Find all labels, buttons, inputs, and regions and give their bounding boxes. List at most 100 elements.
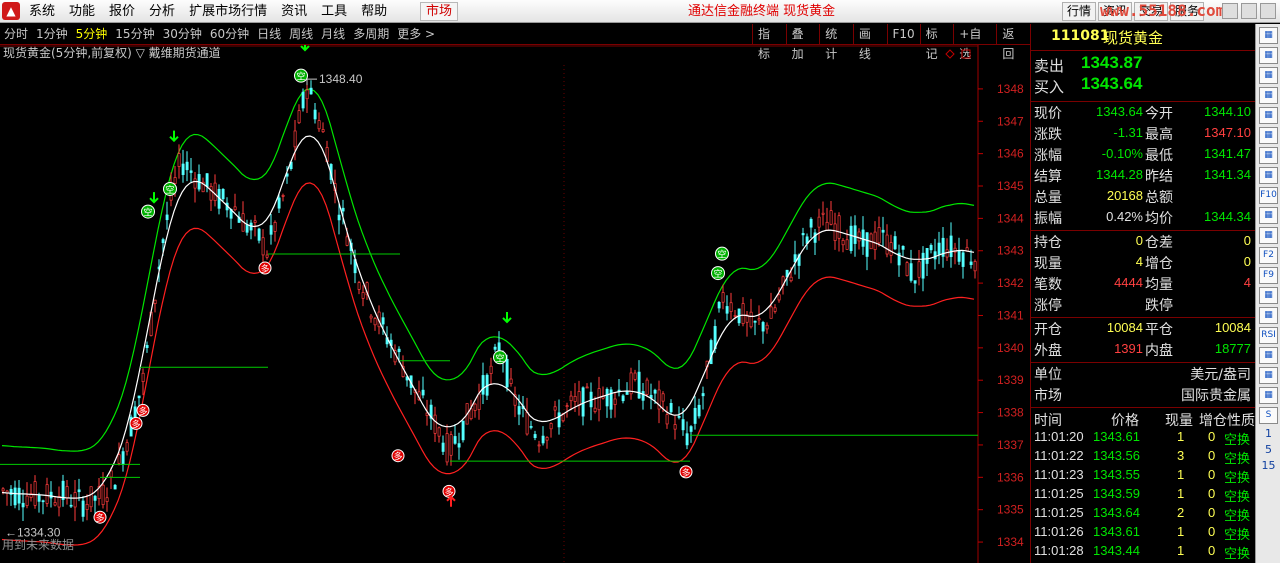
period-tabs: 分时 1分钟 5分钟 15分钟 30分钟 60分钟 日线 周线 月线 多周期 更… [0,24,439,44]
list-icon[interactable]: ▦ [1259,47,1278,64]
book-icon[interactable]: ▦ [1259,207,1278,224]
menu-item-analysis[interactable]: 分析 [142,0,182,23]
tick-row[interactable]: 11:01:23 1343.55 1 0 空换 [1031,466,1255,486]
menu-item-quote[interactable]: 报价 [102,0,142,23]
quote-stats-3: 开仓 10084 平仓 10084 外盘 1391 内盘 18777 [1031,318,1255,360]
grid2-icon[interactable]: ▦ [1259,227,1278,244]
tick-price: 1343.56 [1093,448,1140,463]
bars-icon[interactable]: ▦ [1259,287,1278,304]
menu-item-system[interactable]: 系统 [22,0,62,23]
f10-icon[interactable]: F10 [1259,187,1278,204]
buy-signal-label: 多 [95,512,104,524]
menu-item-news[interactable]: 资讯 [274,0,314,23]
kline-chart-svg[interactable]: 1334 1335 1336 1337 1338 1339 1340 1341 1342 1343… [0,45,1030,563]
line-chart-icon[interactable]: ▦ [1259,127,1278,144]
period-shortcut[interactable]: 1 [1259,427,1278,440]
tick-row[interactable]: 11:01:26 1343.61 1 0 空换 [1031,523,1255,543]
menu-item-tools[interactable]: 工具 [314,0,354,23]
candle-down [969,261,973,265]
period-30min[interactable]: 30分钟 [159,24,206,44]
tool-add-watchlist[interactable]: +自选 [953,24,996,61]
market-button[interactable]: 市场 [420,2,459,21]
candle-up [613,398,617,405]
watermark: www.55188.com [1100,1,1226,20]
maximize-icon[interactable] [1241,3,1257,19]
candle-down [929,244,933,251]
sell-signal-label: 空 [165,184,174,196]
tick-oi: 0 [1208,524,1216,539]
close-icon[interactable] [1260,3,1276,19]
y-axis-tick-label: 1339 [997,373,1024,387]
tab-quotes[interactable]: 行情 [1062,2,1097,21]
candle-up [317,120,321,130]
period-1min[interactable]: 1分钟 [32,24,72,44]
tick-row[interactable]: 11:01:25 1343.59 1 0 空换 [1031,485,1255,505]
candle-icon[interactable]: ▦ [1259,147,1278,164]
period-more[interactable]: 更多 > [393,24,439,44]
candle-down [461,420,465,441]
period-60min[interactable]: 60分钟 [206,24,253,44]
grid-icon[interactable]: ▦ [1259,87,1278,104]
menu-item-function[interactable]: 功能 [62,0,102,23]
period-15min[interactable]: 15分钟 [111,24,158,44]
candle-up [757,318,761,321]
tick-oi: 0 [1208,486,1216,501]
sell-signal-label: 空 [143,207,152,219]
period-shortcut[interactable]: 15 [1259,459,1278,472]
candle-up [125,442,129,452]
rsi-icon[interactable]: RSI [1259,327,1278,344]
candle-up [265,254,269,258]
down-arrow-icon [169,130,179,143]
f9-icon[interactable]: F9 [1259,267,1278,284]
period-5min[interactable]: 5分钟 [72,24,112,44]
candle-up [141,372,145,382]
ticks-list[interactable]: 11:01:20 1343.61 1 0 空换 11:01:22 1343.56 3 0 空换 11… [1031,428,1255,562]
candle-down [685,433,689,446]
menu-item-extended-market[interactable]: 扩展市场行情 [182,0,274,23]
doc-icon[interactable]: ▦ [1259,167,1278,184]
quote-row: 现量 4 增仓 0 [1031,252,1255,273]
tick-row[interactable]: 11:01:20 1343.61 1 0 空换 [1031,428,1255,448]
period-shortcut[interactable]: 5 [1259,443,1278,456]
kline-chart[interactable]: 1334 1335 1336 1337 1338 1339 1340 1341 1342 1343… [0,45,1030,563]
up-icon[interactable]: ▦ [1259,27,1278,44]
y-axis-tick-label: 1343 [997,244,1024,258]
candle-down [81,500,85,517]
candle-up [321,129,325,133]
tool-stats[interactable]: 统计 [819,24,853,61]
tick-price: 1343.64 [1093,505,1140,520]
tool-back[interactable]: 返回 [996,24,1030,61]
candle-up [153,299,157,304]
macd-icon[interactable]: ▦ [1259,307,1278,324]
menu-item-help[interactable]: 帮助 [354,0,394,23]
tool-f10[interactable]: F10 [886,24,920,45]
stat-value: 0 [1135,233,1143,248]
news-icon[interactable]: ▦ [1259,67,1278,84]
tool-draw-line[interactable]: 画线 [852,24,887,61]
y-axis-tick-label: 1336 [997,470,1024,484]
tick-row[interactable]: 11:01:22 1343.56 3 0 空换 [1031,447,1255,467]
tool-overlay[interactable]: 叠加 [785,24,820,61]
move-icon[interactable]: ▦ [1259,367,1278,384]
pen-icon[interactable]: ▦ [1259,387,1278,404]
period-multi[interactable]: 多周期 [349,24,393,44]
period-tick[interactable]: 分时 [0,24,32,44]
tool-indicator[interactable]: 指标 [752,24,786,61]
period-week[interactable]: 周线 [285,24,317,44]
tick-time: 11:01:22 [1034,448,1084,463]
period-day[interactable]: 日线 [253,24,285,44]
table-icon[interactable]: ▦ [1259,107,1278,124]
y-axis-tick-label: 1347 [997,114,1024,128]
period-month[interactable]: 月线 [317,24,349,44]
tool-mark[interactable]: 标记 [919,24,954,61]
drop-icon[interactable]: ▦ [1259,347,1278,364]
tick-type: 空换 [1224,490,1251,505]
candle-down [37,494,41,502]
candle-up [177,153,181,167]
s-icon[interactable]: S [1259,407,1278,424]
f2-icon[interactable]: F2 [1259,247,1278,264]
minimize-icon[interactable] [1222,3,1238,19]
tick-row[interactable]: 11:01:28 1343.44 1 0 空换 [1031,542,1255,562]
quote-header: 111081 现货黄金 [1031,24,1255,51]
tick-row[interactable]: 11:01:25 1343.64 2 0 空换 [1031,504,1255,524]
